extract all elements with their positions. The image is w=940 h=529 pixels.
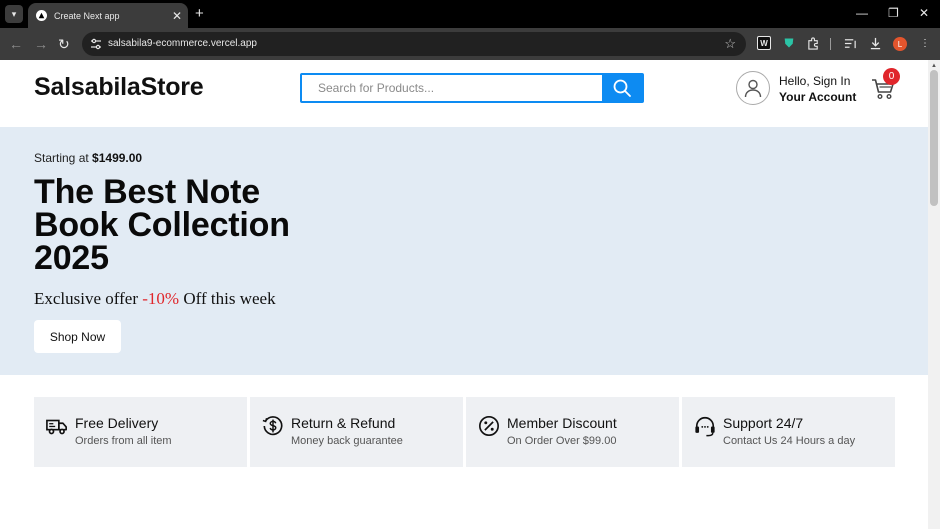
downloads-icon[interactable] [868, 36, 882, 50]
restore-button[interactable]: ❐ [888, 6, 899, 20]
bookmark-star-icon[interactable]: ☆ [724, 36, 736, 52]
browser-tab[interactable]: Create Next app ✕ [28, 3, 188, 28]
starting-prefix: Starting at [34, 151, 89, 165]
url-text: salsabila9-ecommerce.vercel.app [108, 38, 257, 49]
tab-close-icon[interactable]: ✕ [172, 9, 182, 23]
feature-title: Free Delivery [75, 415, 159, 431]
tab-search-button[interactable]: ▾ [5, 5, 23, 23]
page-viewport: SalsabilaStore Hello, Sign In Your Accou… [0, 60, 928, 529]
media-queue-icon[interactable] [843, 36, 857, 50]
offer-text: Exclusive offer -10% Off this week [34, 289, 276, 309]
search-icon [613, 79, 631, 97]
offer-prefix: Exclusive offer [34, 289, 139, 308]
browser-tab-strip: ▾ Create Next app ✕ + — ❐ ✕ [0, 0, 940, 28]
refund-icon [262, 416, 283, 436]
tab-title: Create Next app [54, 10, 120, 21]
search-button[interactable] [602, 75, 642, 101]
feature-card-delivery: Free Delivery Orders from all item [34, 397, 247, 467]
starting-price-value: $1499.00 [92, 151, 143, 165]
user-icon [736, 71, 770, 105]
back-arrow-icon[interactable]: ← [9, 36, 23, 52]
feature-card-discount: Member Discount On Order Over $99.00 [466, 397, 679, 467]
discount-icon [479, 416, 499, 436]
toolbar-divider [830, 38, 831, 50]
starting-price: Starting at $1499.00 [34, 151, 142, 165]
feature-title: Member Discount [507, 415, 617, 431]
cart-count-badge: 0 [883, 68, 900, 85]
account-greeting: Hello, Sign In [779, 74, 851, 88]
profile-avatar[interactable]: L [893, 37, 907, 51]
feature-subtitle: Orders from all item [75, 435, 172, 447]
support-headset-icon [695, 417, 715, 437]
account-link[interactable]: Hello, Sign In Your Account [736, 70, 876, 110]
feature-subtitle: On Order Over $99.00 [507, 435, 617, 447]
shop-now-button[interactable]: Shop Now [34, 320, 121, 353]
scroll-up-arrow-icon[interactable]: ▲ [931, 63, 937, 69]
feature-title: Return & Refund [291, 415, 396, 431]
feature-card-refund: Return & Refund Money back guarantee [250, 397, 463, 467]
site-header: SalsabilaStore Hello, Sign In Your Accou… [0, 60, 928, 127]
search-bar [300, 73, 644, 103]
new-tab-button[interactable]: + [195, 5, 204, 23]
delivery-truck-icon [46, 419, 67, 435]
extensions-puzzle-icon[interactable] [806, 36, 820, 50]
feature-subtitle: Contact Us 24 Hours a day [723, 435, 856, 447]
forward-arrow-icon[interactable]: → [34, 36, 48, 52]
offer-suffix: Off this week [183, 289, 276, 308]
feature-subtitle: Money back guarantee [291, 435, 403, 447]
features-row: Free Delivery Orders from all item Retur… [34, 397, 896, 467]
close-window-button[interactable]: ✕ [919, 6, 929, 20]
feature-card-support: Support 24/7 Contact Us 24 Hours a day [682, 397, 895, 467]
browser-menu-icon[interactable]: ⋮ [918, 36, 932, 50]
store-logo[interactable]: SalsabilaStore [34, 73, 204, 102]
hero-banner: Starting at $1499.00 The Best Note Book … [0, 127, 928, 375]
w-extension-icon[interactable]: W [757, 36, 771, 50]
offer-discount: -10% [142, 289, 180, 308]
feature-title: Support 24/7 [723, 415, 804, 431]
shield-extension-icon[interactable]: ⛊ [782, 36, 796, 50]
hero-title: The Best Note Book Collection 2025 [34, 173, 290, 277]
reload-icon[interactable]: ↻ [58, 36, 70, 52]
scrollbar-thumb[interactable] [930, 70, 938, 206]
address-bar[interactable]: salsabila9-ecommerce.vercel.app ☆ [82, 32, 746, 56]
account-text: Hello, Sign In Your Account [779, 73, 856, 105]
account-label: Your Account [779, 90, 857, 104]
site-info-icon[interactable] [90, 38, 102, 50]
minimize-button[interactable]: — [856, 6, 868, 20]
search-input[interactable] [302, 75, 602, 101]
nextjs-favicon-icon [36, 10, 47, 21]
browser-toolbar: ← → ↻ salsabila9-ecommerce.vercel.app ☆ … [0, 28, 940, 60]
